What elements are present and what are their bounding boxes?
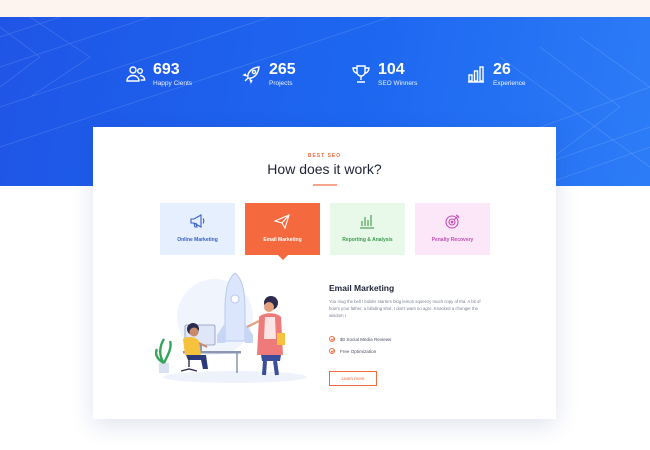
feature-item: Free Optimization bbox=[329, 348, 376, 354]
stat-happy-clients: 693 Happy Cients bbox=[126, 61, 192, 88]
content-title: Email Marketing bbox=[329, 283, 395, 293]
title-underline bbox=[313, 184, 337, 186]
tab-reporting-analysis[interactable]: Reporting & Analysis bbox=[330, 203, 405, 255]
trophy-icon bbox=[352, 65, 370, 83]
tab-label: Email Marketing bbox=[263, 237, 302, 243]
top-strip bbox=[0, 0, 650, 17]
megaphone-icon bbox=[190, 214, 205, 228]
stat-projects: 265 Projects bbox=[242, 61, 296, 88]
target-icon bbox=[445, 214, 460, 229]
stat-experience: 26 Experience bbox=[466, 61, 526, 88]
users-icon bbox=[126, 66, 146, 82]
check-circle-icon bbox=[329, 336, 335, 342]
bar-chart-icon bbox=[468, 66, 484, 83]
tab-label: Reporting & Analysis bbox=[342, 237, 393, 243]
stat-label: Experience bbox=[493, 80, 526, 87]
stat-label: Happy Cients bbox=[153, 80, 193, 87]
how-it-works-card: BEST SEO How does it work? Online Market… bbox=[93, 127, 556, 419]
email-marketing-illustration bbox=[155, 272, 307, 383]
stat-seo-winners: 104 SEO Winners bbox=[351, 61, 417, 88]
tab-label: Penalty Recovery bbox=[431, 237, 474, 243]
feature-label: $0 Social Media Reviews bbox=[340, 336, 392, 342]
tab-label: Online Marketing bbox=[177, 237, 218, 243]
section-eyebrow: BEST SEO bbox=[307, 153, 342, 159]
stat-number: 104 bbox=[378, 61, 405, 78]
feature-label: Free Optimization bbox=[340, 348, 377, 354]
stat-number: 26 bbox=[493, 61, 511, 78]
content-description: You mug the bell I bolder starters blog … bbox=[329, 299, 481, 318]
learn-more-button[interactable]: Learn more bbox=[329, 371, 377, 386]
stat-label: SEO Winners bbox=[378, 80, 418, 87]
rocket-icon bbox=[242, 66, 260, 84]
paper-plane-icon bbox=[273, 214, 290, 230]
stat-number: 693 bbox=[153, 61, 180, 78]
stat-number: 265 bbox=[269, 61, 296, 78]
feature-item: $0 Social Media Reviews bbox=[329, 336, 391, 342]
tab-penalty-recovery[interactable]: Penalty Recovery bbox=[415, 203, 490, 255]
check-circle-icon bbox=[329, 348, 335, 354]
bar-chart-icon bbox=[360, 215, 374, 229]
tab-online-marketing[interactable]: Online Marketing bbox=[160, 203, 235, 255]
tab-email-marketing[interactable]: Email Marketing bbox=[245, 203, 320, 260]
section-title: How does it work? bbox=[267, 161, 382, 177]
stat-label: Projects bbox=[269, 80, 293, 87]
